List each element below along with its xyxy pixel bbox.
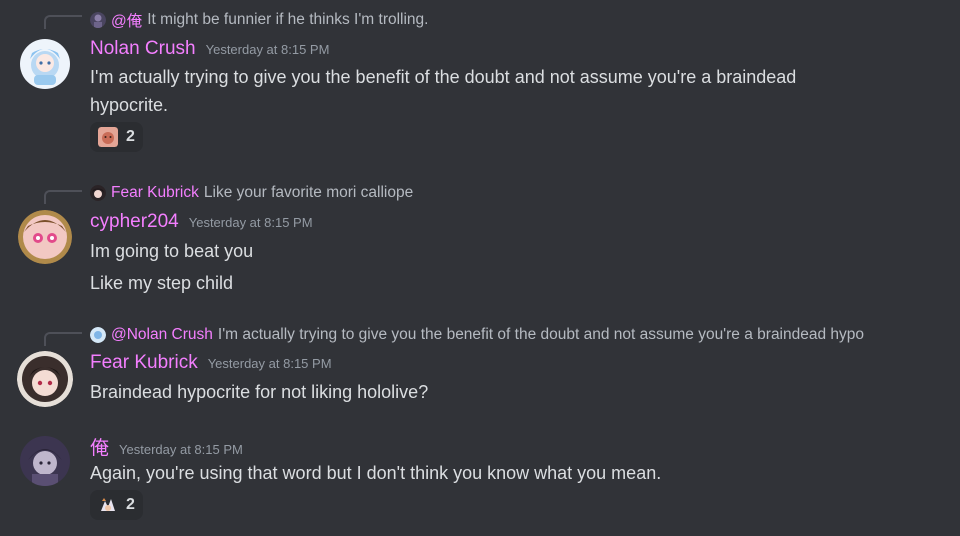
message-text: Braindead hypocrite for not liking holol… xyxy=(90,382,429,402)
reply-author[interactable]: @俺 xyxy=(111,9,142,31)
username[interactable]: cypher204 xyxy=(90,211,179,233)
message-header: 俺 Yesterday at 8:15 PM xyxy=(90,433,243,459)
reply-preview[interactable]: Fear Kubrick Like your favorite mori cal… xyxy=(90,182,413,204)
message-header: Nolan Crush Yesterday at 8:15 PM xyxy=(90,38,329,64)
reply-author[interactable]: Fear Kubrick xyxy=(111,184,199,202)
reply-preview[interactable]: @俺 It might be funnier if he thinks I'm … xyxy=(90,9,428,31)
reply-text: I'm actually trying to give you the bene… xyxy=(217,326,865,343)
reply-spine xyxy=(44,332,82,346)
message-text: hypocrite. xyxy=(90,95,169,115)
avatar[interactable] xyxy=(20,436,70,486)
reply-text: It might be funnier if he thinks I'm tro… xyxy=(147,11,429,28)
reply-avatar-icon xyxy=(90,12,106,28)
message-text: Like my step child xyxy=(90,273,234,293)
reaction-button[interactable]: 2 xyxy=(90,122,143,152)
username[interactable]: Nolan Crush xyxy=(90,38,196,60)
reaction-count: 2 xyxy=(126,128,135,145)
reply-author[interactable]: @Nolan Crush xyxy=(111,326,213,344)
timestamp[interactable]: Yesterday at 8:15 PM xyxy=(208,356,332,371)
reaction-count: 2 xyxy=(126,496,135,513)
timestamp[interactable]: Yesterday at 8:15 PM xyxy=(206,42,330,57)
reply-text: Like your favorite mori calliope xyxy=(203,184,414,201)
emoji-reaction-icon xyxy=(101,498,115,511)
message-text: Again, you're using that word but I don'… xyxy=(90,463,662,483)
username[interactable]: Fear Kubrick xyxy=(90,352,198,374)
message-text: I'm actually trying to give you the bene… xyxy=(90,67,797,87)
reply-avatar-icon xyxy=(90,327,106,343)
reply-preview[interactable]: @Nolan Crush I'm actually trying to give… xyxy=(90,324,864,346)
timestamp[interactable]: Yesterday at 8:15 PM xyxy=(189,215,313,230)
username[interactable]: 俺 xyxy=(90,433,109,460)
message-header: Fear Kubrick Yesterday at 8:15 PM xyxy=(90,352,332,378)
avatar[interactable] xyxy=(18,210,72,264)
reply-spine xyxy=(44,190,82,204)
reply-spine xyxy=(44,15,82,29)
message-header: cypher204 Yesterday at 8:15 PM xyxy=(90,211,313,237)
emoji-reaction-icon xyxy=(98,127,118,147)
avatar[interactable] xyxy=(17,351,73,407)
chat-message-list: @俺 It might be funnier if he thinks I'm … xyxy=(0,0,960,536)
timestamp[interactable]: Yesterday at 8:15 PM xyxy=(119,442,243,457)
avatar[interactable] xyxy=(20,39,70,89)
reaction-button[interactable]: 2 xyxy=(90,490,143,520)
reply-avatar-icon xyxy=(90,185,106,201)
message-text: Im going to beat you xyxy=(90,241,254,261)
